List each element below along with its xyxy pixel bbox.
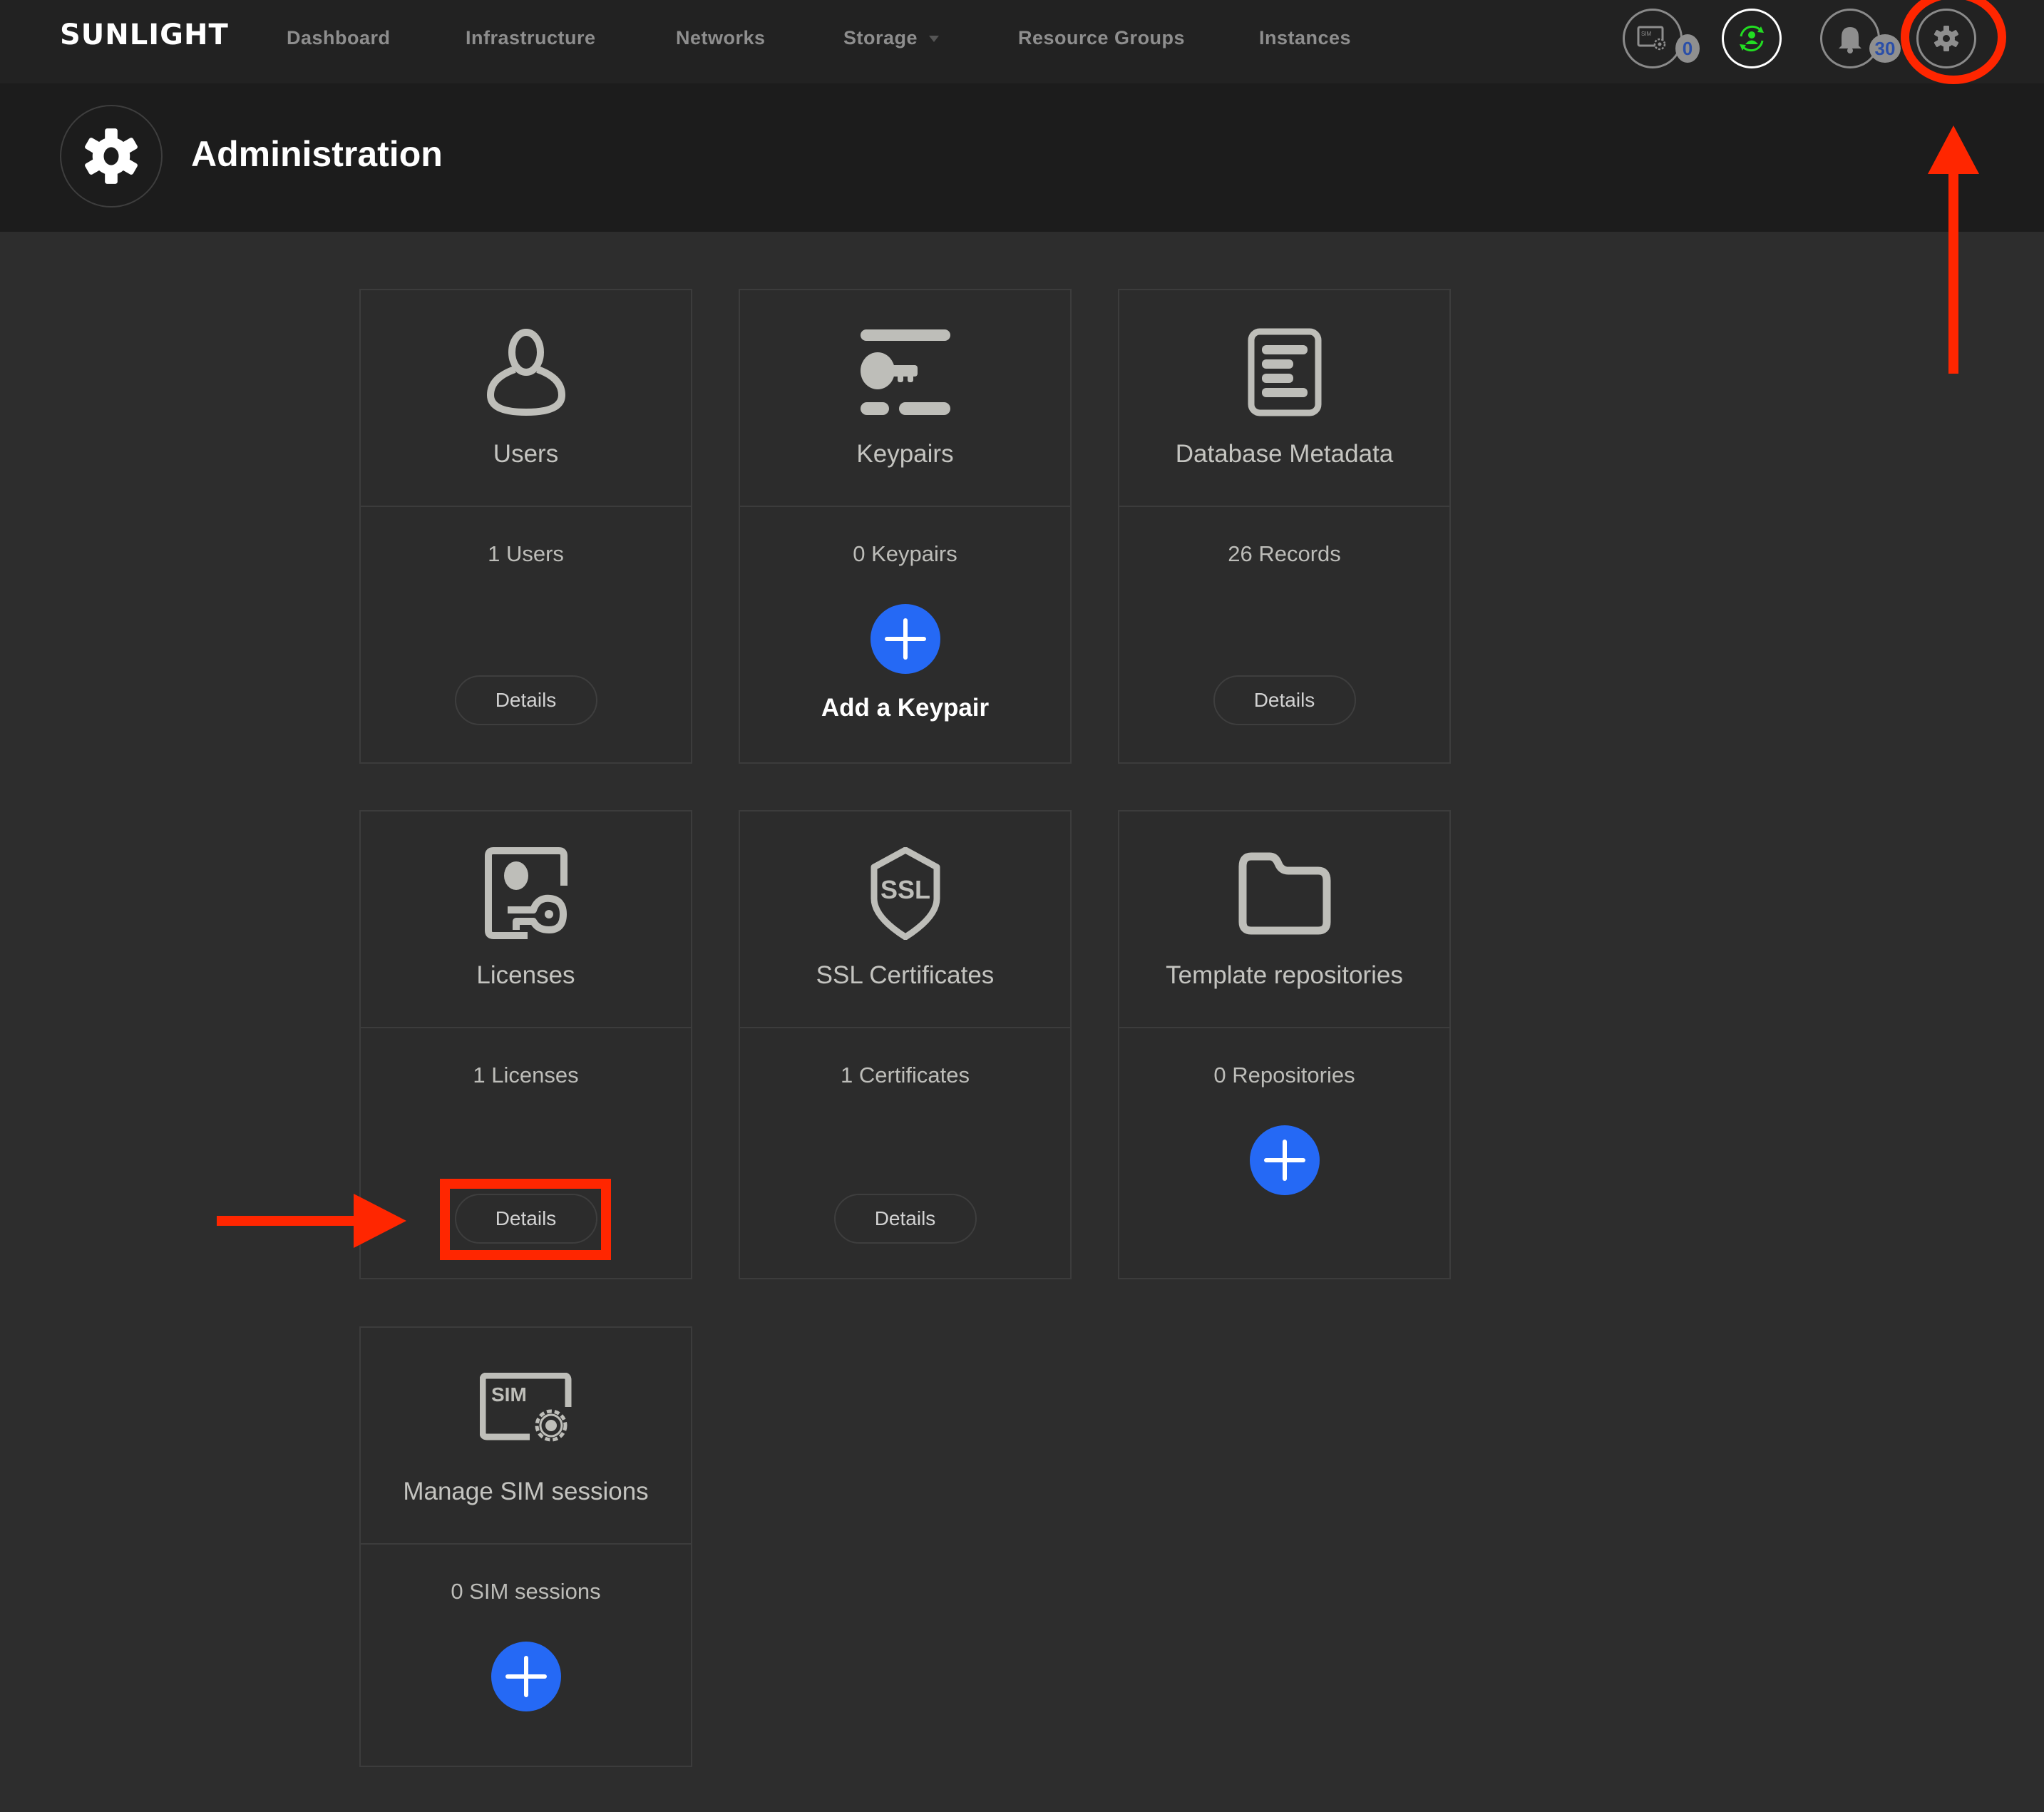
card-title: SSL Certificates	[816, 961, 995, 989]
nav-storage[interactable]: Storage	[843, 27, 940, 49]
sim-gear-icon: SIM	[479, 1363, 572, 1456]
card-count: 0 Repositories	[1213, 1063, 1355, 1087]
nav-resource-groups[interactable]: Resource Groups	[1018, 27, 1185, 49]
card-count: 0 SIM sessions	[451, 1579, 601, 1604]
card-title: Keypairs	[856, 440, 954, 468]
card-title: Database Metadata	[1175, 440, 1394, 468]
nav-storage-label: Storage	[843, 27, 918, 48]
settings-button[interactable]	[1916, 9, 1976, 68]
card-title: Licenses	[476, 961, 575, 989]
card-count: 1 Certificates	[841, 1063, 970, 1087]
card-count: 26 Records	[1228, 541, 1341, 566]
add-repository-button[interactable]	[1249, 1125, 1320, 1195]
gear-icon	[85, 128, 138, 184]
top-navbar: SUNLIGHT Dashboard Infrastructure Networ…	[0, 0, 2044, 83]
page-header: Administration	[0, 83, 2044, 232]
svg-text:SIM: SIM	[491, 1383, 527, 1406]
plus-icon	[884, 618, 926, 660]
add-keypair-label[interactable]: Add a Keypair	[740, 694, 1070, 722]
bell-icon	[1839, 27, 1861, 53]
document-list-icon	[1238, 326, 1331, 419]
sunlight-logo[interactable]: SUNLIGHT	[60, 19, 229, 51]
add-keypair-button[interactable]	[870, 604, 940, 674]
card-template-repositories: Template repositories 0 Repositories	[1118, 810, 1451, 1279]
administration-icon-badge	[60, 105, 163, 208]
licenses-details-button[interactable]: Details	[454, 1194, 597, 1244]
card-count: 1 Users	[488, 541, 564, 566]
nav-infrastructure[interactable]: Infrastructure	[466, 27, 596, 49]
nav-dashboard[interactable]: Dashboard	[287, 27, 391, 49]
nav-instances[interactable]: Instances	[1259, 27, 1351, 49]
nav-networks[interactable]: Networks	[676, 27, 766, 49]
ssl-certificates-details-button[interactable]: Details	[833, 1194, 977, 1244]
card-users: Users 1 Users Details	[359, 289, 692, 764]
ssl-shield-icon: SSL	[859, 847, 952, 940]
database-metadata-details-button[interactable]: Details	[1213, 675, 1356, 725]
sim-sessions-button[interactable]: SIM	[1623, 9, 1683, 68]
svg-text:SSL: SSL	[880, 875, 930, 904]
card-title: Manage SIM sessions	[403, 1478, 649, 1505]
page-title: Administration	[191, 134, 443, 174]
user-sync-button[interactable]	[1722, 9, 1782, 68]
license-key-icon	[480, 847, 572, 940]
sim-sessions-badge: 0	[1675, 34, 1700, 63]
card-database-metadata: Database Metadata 26 Records Details	[1118, 289, 1451, 764]
card-count: 0 Keypairs	[853, 541, 957, 566]
card-keypairs: Keypairs 0 Keypairs Add a Keypair	[739, 289, 1072, 764]
add-sim-session-button[interactable]	[491, 1642, 561, 1711]
card-count: 1 Licenses	[473, 1063, 579, 1087]
card-manage-sim-sessions: SIM Manage SIM sessions 0 SIM sessions	[359, 1326, 692, 1767]
notifications-badge: 30	[1869, 34, 1901, 63]
chevron-down-icon	[929, 36, 940, 43]
keypair-icon	[859, 326, 952, 419]
folder-icon	[1238, 847, 1331, 940]
plus-icon	[505, 1656, 547, 1697]
user-icon	[480, 326, 572, 419]
card-licenses: Licenses 1 Licenses Details	[359, 810, 692, 1279]
card-ssl-certificates: SSL SSL Certificates 1 Certificates Deta…	[739, 810, 1072, 1279]
sim-sessions-icon: SIM	[1637, 26, 1666, 51]
notifications-button[interactable]	[1820, 9, 1880, 68]
card-title: Template repositories	[1166, 961, 1403, 989]
svg-text:SIM: SIM	[1641, 31, 1652, 37]
plus-icon	[1263, 1140, 1305, 1181]
user-sync-icon	[1740, 25, 1764, 52]
users-details-button[interactable]: Details	[454, 675, 597, 725]
settings-gear-icon	[1933, 26, 1959, 51]
card-title: Users	[493, 440, 559, 468]
